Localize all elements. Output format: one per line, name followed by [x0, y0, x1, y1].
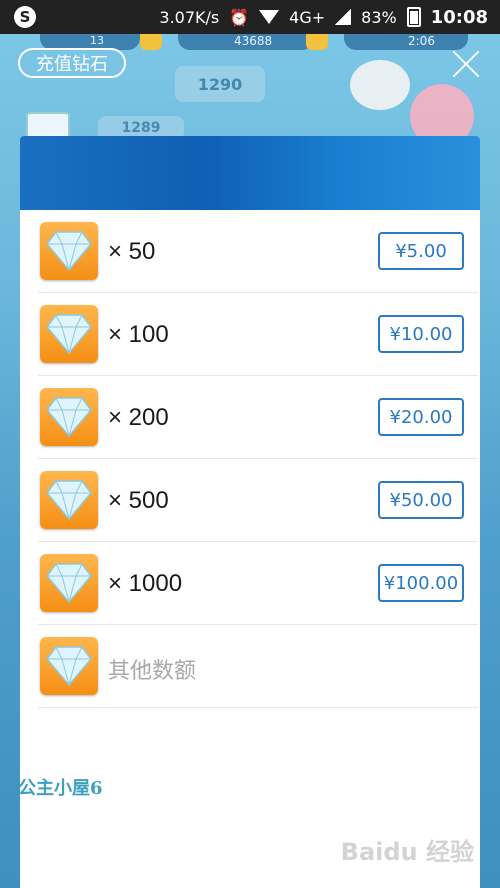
price-button[interactable]: ¥20.00 [378, 398, 464, 436]
baidu-watermark: Baidu 经验 [340, 838, 474, 866]
package-row[interactable]: × 50 ¥5.00 [38, 210, 478, 293]
diamond-icon [40, 222, 98, 280]
hud-coins: 43688 [178, 34, 314, 50]
price-button[interactable]: ¥100.00 [378, 564, 464, 602]
alarm-icon: ⏰ [229, 7, 250, 27]
add-lives-icon [140, 34, 162, 50]
status-bar: S 3.07K/s ⏰ 4G+ 83% 10:08 [0, 0, 500, 34]
diamond-quantity: × 50 [108, 238, 156, 265]
diamond-icon [40, 388, 98, 446]
price-button[interactable]: ¥10.00 [378, 315, 464, 353]
app-logo-icon: S [14, 6, 36, 28]
diamond-quantity: × 500 [108, 487, 169, 514]
network-speed: 3.07K/s [159, 7, 220, 27]
watermark-text: 公主小屋6 [18, 778, 103, 799]
modal-header [20, 136, 480, 210]
diamond-quantity: × 200 [108, 404, 169, 431]
bunny-character [350, 60, 410, 110]
package-list: × 50 ¥5.00 × 100 ¥10.00 × 200 ¥20.00 × 5… [38, 210, 478, 708]
package-row[interactable]: × 100 ¥10.00 [38, 293, 478, 376]
diamond-icon [40, 471, 98, 529]
other-amount-row[interactable]: 其他数额 [38, 625, 478, 708]
diamond-icon [40, 554, 98, 612]
level-node: 1290 [175, 66, 265, 102]
battery-icon [406, 7, 421, 27]
diamond-icon [40, 305, 98, 363]
diamond-quantity: × 100 [108, 321, 169, 348]
close-icon[interactable] [446, 44, 486, 84]
price-button[interactable]: ¥5.00 [378, 232, 464, 270]
network-type: 4G+ [289, 7, 326, 27]
package-row[interactable]: × 1000 ¥100.00 [38, 542, 478, 625]
signal-icon [335, 9, 352, 25]
diamond-quantity: × 1000 [108, 570, 183, 597]
package-row[interactable]: × 200 ¥20.00 [38, 376, 478, 459]
other-amount-label: 其他数额 [108, 658, 197, 683]
recharge-diamonds-tab[interactable]: 充值钻石 [18, 48, 126, 78]
wifi-icon [259, 10, 280, 24]
battery-percent: 83% [361, 7, 397, 27]
diamond-icon [40, 637, 98, 695]
package-row[interactable]: × 500 ¥50.00 [38, 459, 478, 542]
price-button[interactable]: ¥50.00 [378, 481, 464, 519]
clock: 10:08 [430, 6, 488, 28]
add-coins-icon [306, 34, 328, 50]
